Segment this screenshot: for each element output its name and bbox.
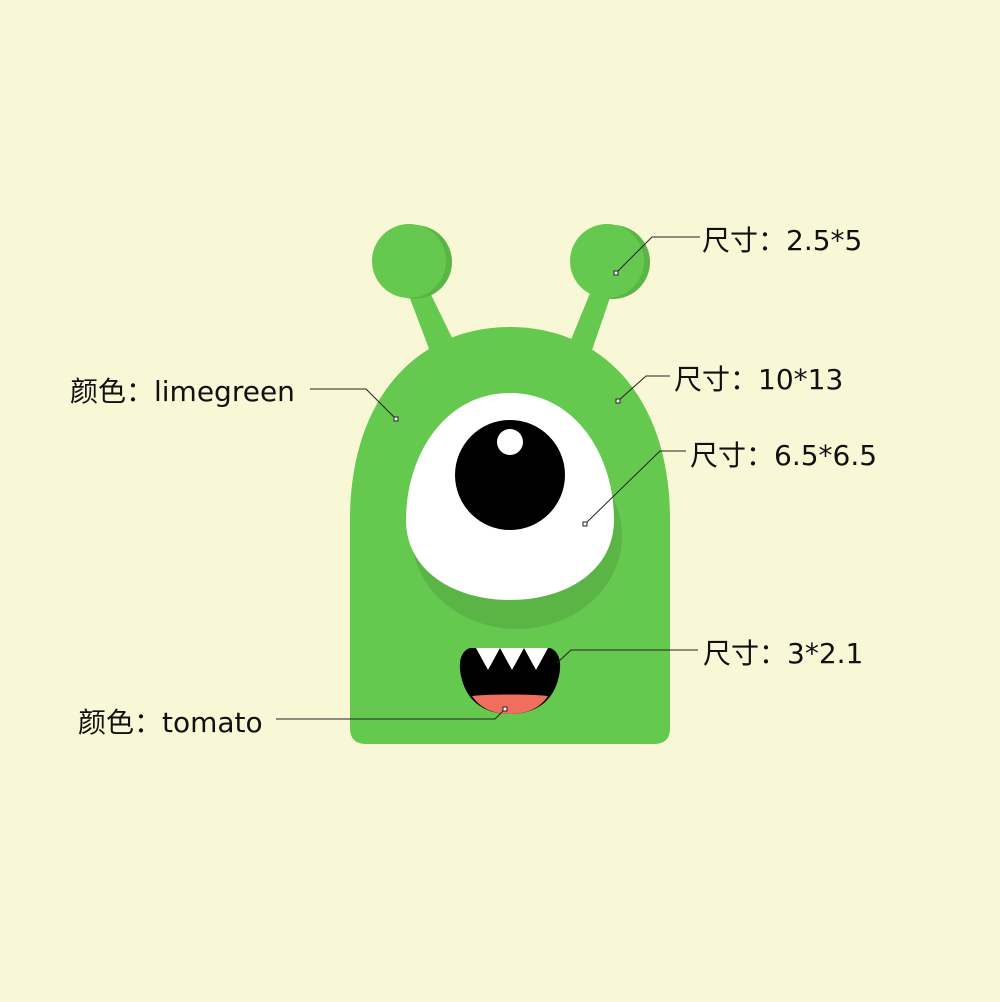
anchor-antenna (613, 270, 619, 276)
label-tongue-color: 颜色：tomato (78, 706, 263, 739)
label-mouth-size: 尺寸：3*2.1 (703, 637, 864, 670)
right-antenna-ball (570, 224, 650, 299)
label-body-color: 颜色：limegreen (70, 375, 295, 408)
alien-illustration (276, 224, 700, 744)
left-antenna-ball (372, 224, 452, 299)
label-body-size: 尺寸：10*13 (674, 363, 844, 396)
label-eye-size: 尺寸：6.5*6.5 (690, 439, 878, 472)
anchor-tongue (502, 706, 508, 712)
anchor-body-size (615, 398, 621, 404)
anchor-body-color (393, 416, 399, 422)
anchor-eye (582, 521, 588, 527)
alien-diagram: 尺寸：2.5*5 尺寸：10*13 尺寸：6.5*6.5 尺寸：3*2.1 颜色… (0, 0, 1000, 1002)
teeth (476, 648, 548, 670)
label-antenna-size: 尺寸：2.5*5 (702, 224, 863, 257)
pupil-highlight (497, 429, 523, 455)
